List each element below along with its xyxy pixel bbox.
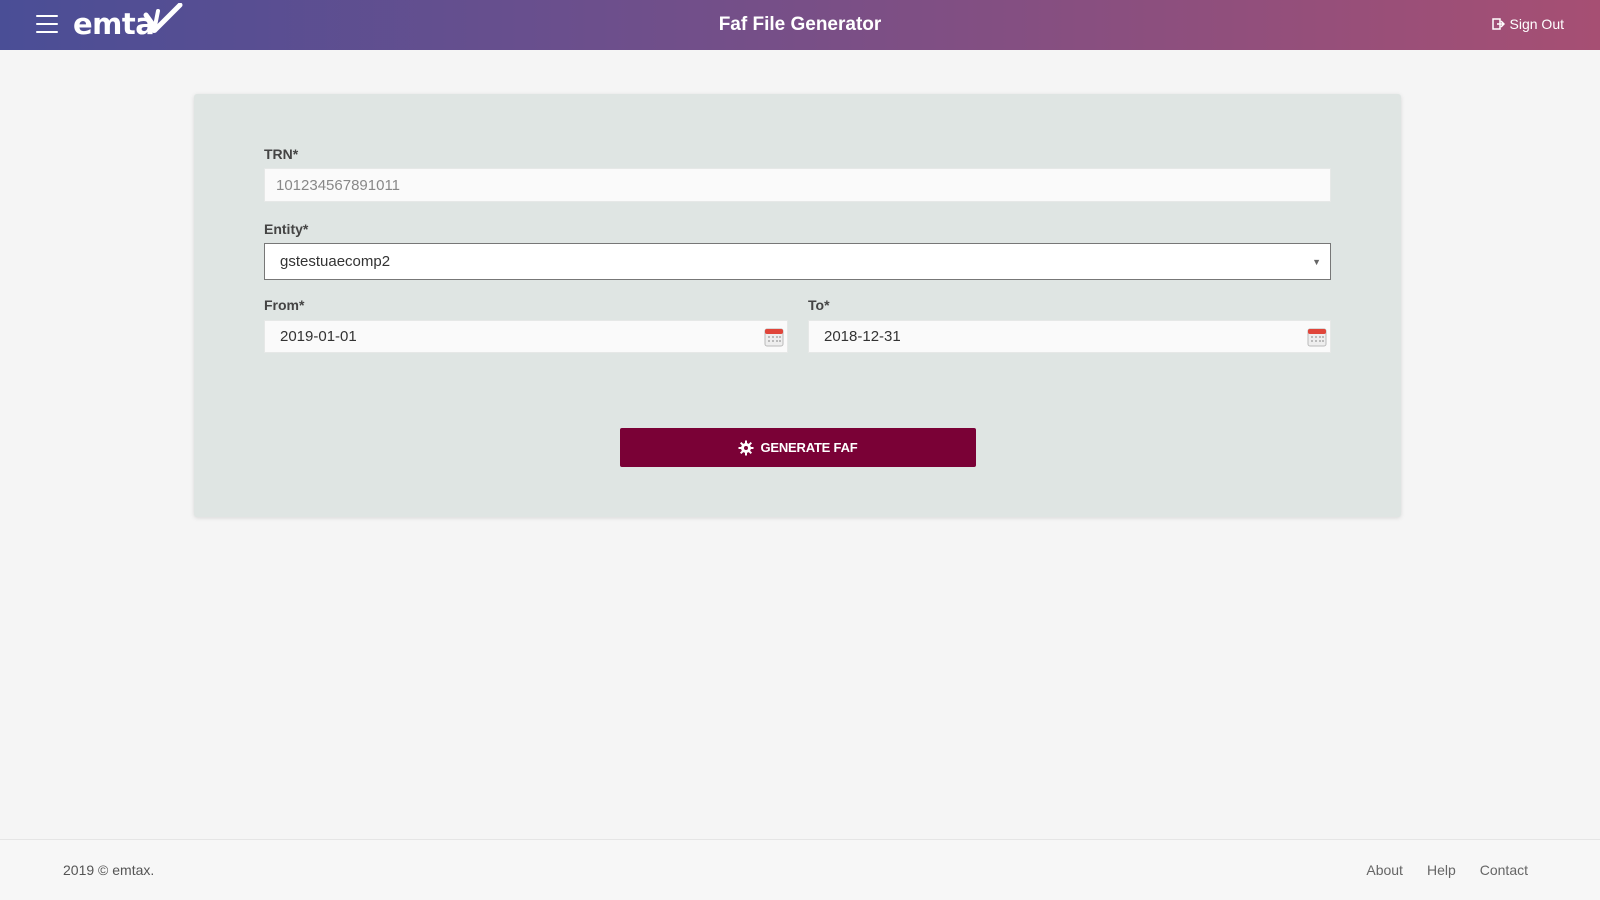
calendar-icon[interactable] xyxy=(1307,327,1327,347)
trn-label: TRN* xyxy=(264,146,299,162)
to-date-field[interactable]: 2018-12-31 xyxy=(808,320,1331,353)
to-date-value: 2018-12-31 xyxy=(824,328,901,345)
gear-icon xyxy=(738,440,754,455)
faf-form-card: TRN* 101234567891011 Entity* gstestuaeco… xyxy=(194,94,1401,517)
from-label: From* xyxy=(264,297,305,313)
sign-out-label: Sign Out xyxy=(1509,16,1564,32)
generate-faf-button[interactable]: GENERATE FAF xyxy=(620,428,976,467)
top-navbar: emta Faf File Generator Sign Out xyxy=(0,0,1600,50)
from-date-field[interactable]: 2019-01-01 xyxy=(264,320,788,353)
footer-links: About Help Contact xyxy=(1342,862,1528,878)
copyright-text: 2019 © emtax. xyxy=(63,862,155,878)
entity-label: Entity* xyxy=(264,221,309,237)
entity-select[interactable]: gstestuaecomp2 ▼ xyxy=(264,243,1331,280)
calendar-icon[interactable] xyxy=(764,327,784,347)
to-label: To* xyxy=(808,297,830,313)
from-date-value: 2019-01-01 xyxy=(280,328,357,345)
sign-out-icon xyxy=(1491,18,1505,30)
generate-faf-label: GENERATE FAF xyxy=(760,440,858,455)
footer-link-help[interactable]: Help xyxy=(1427,862,1456,878)
sign-out-button[interactable]: Sign Out xyxy=(1491,16,1564,32)
footer: 2019 © emtax. About Help Contact xyxy=(0,839,1600,900)
trn-field[interactable]: 101234567891011 xyxy=(264,168,1331,202)
footer-link-contact[interactable]: Contact xyxy=(1480,862,1528,878)
chevron-down-icon: ▼ xyxy=(1312,257,1321,267)
page-title: Faf File Generator xyxy=(718,14,882,35)
footer-link-about[interactable]: About xyxy=(1366,862,1403,878)
entity-value: gstestuaecomp2 xyxy=(280,253,391,270)
